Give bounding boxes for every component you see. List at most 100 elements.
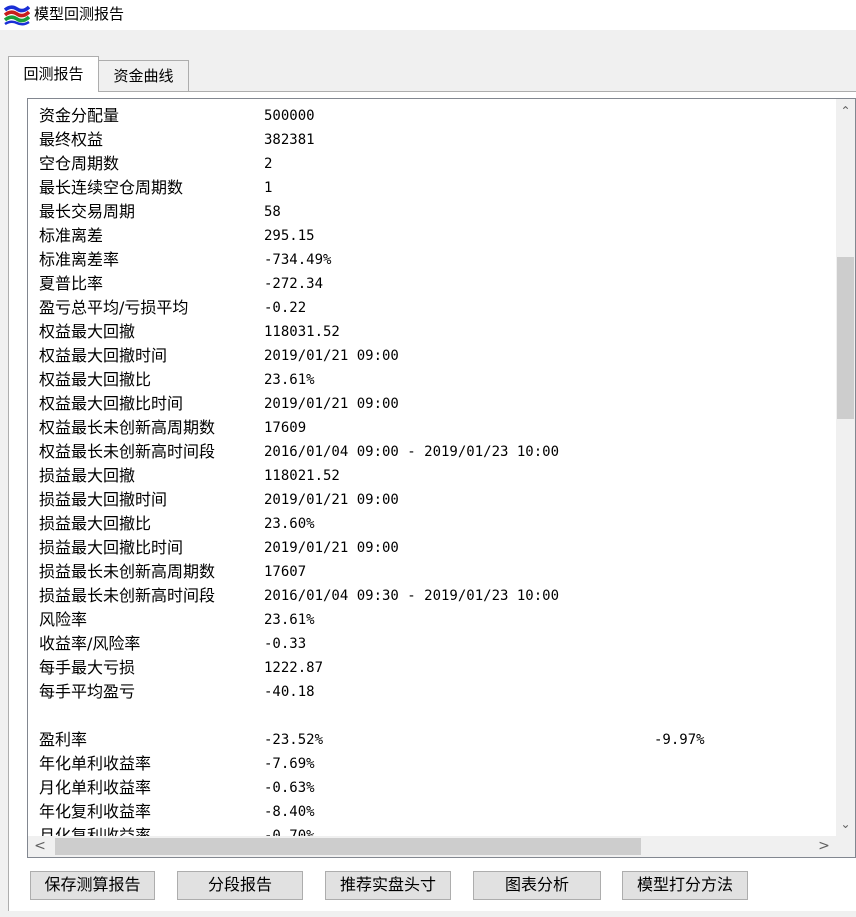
- tab-label: 回测报告: [23, 65, 84, 83]
- report-value: -23.52%: [264, 732, 324, 748]
- report-label: 盈亏总平均/亏损平均: [39, 298, 189, 317]
- report-value: 118021.52: [264, 468, 340, 484]
- report-row: 空仓周期数 2: [28, 152, 836, 176]
- report-row: 收益率/风险率 -0.33: [28, 632, 836, 656]
- report-label: 年化单利收益率: [39, 754, 152, 773]
- report-row: 盈亏总平均/亏损平均 -0.22: [28, 296, 836, 320]
- report-list[interactable]: 资金分配量 500000 最终权益 382381 空仓周期数 2 最长连续空仓周期数 1 最长交…: [27, 98, 856, 858]
- scoring-method-button[interactable]: 模型打分方法: [622, 871, 748, 900]
- report-value: -8.40%: [264, 804, 315, 820]
- report-label: 权益最大回撤比时间: [39, 394, 184, 413]
- scroll-right-arrow-icon[interactable]: >: [812, 836, 836, 857]
- report-value: -0.22: [264, 300, 307, 316]
- report-label: 权益最大回撤比: [39, 370, 152, 389]
- report-value: 2019/01/21 09:00: [264, 348, 399, 364]
- horizontal-scroll-thumb[interactable]: [55, 838, 641, 855]
- report-label: 每手平均盈亏: [39, 682, 136, 701]
- report-value: 17607: [264, 564, 307, 580]
- report-row: 年化单利收益率 -7.69%: [28, 752, 836, 776]
- report-label: 损益最长未创新高周期数: [39, 562, 216, 581]
- report-label: 风险率: [39, 610, 88, 629]
- tab-backtest-report[interactable]: 回测报告: [8, 56, 99, 92]
- report-label: 损益最长未创新高时间段: [39, 586, 216, 605]
- report-label: 最终权益: [39, 130, 104, 149]
- report-row: 权益最大回撤 118031.52: [28, 320, 836, 344]
- report-label: 月化单利收益率: [39, 778, 152, 797]
- report-value: 58: [264, 204, 281, 220]
- report-label: 最长连续空仓周期数: [39, 178, 184, 197]
- report-value: 500000: [264, 108, 315, 124]
- chart-analysis-button[interactable]: 图表分析: [473, 871, 601, 900]
- report-label: 收益率/风险率: [39, 634, 141, 653]
- report-rows: 资金分配量 500000 最终权益 382381 空仓周期数 2 最长连续空仓周期数 1 最长交…: [28, 104, 836, 848]
- report-label: 资金分配量: [39, 106, 120, 125]
- save-report-button[interactable]: 保存测算报告: [30, 871, 155, 900]
- report-row: 月化单利收益率 -0.63%: [28, 776, 836, 800]
- window-title: 模型回测报告: [34, 5, 125, 23]
- report-row: 损益最大回撤比 23.60%: [28, 512, 836, 536]
- report-row: 标准离差 295.15: [28, 224, 836, 248]
- report-value: -40.18: [264, 684, 315, 700]
- report-row: 每手平均盈亏 -40.18: [28, 680, 836, 704]
- report-row: 风险率 23.61%: [28, 608, 836, 632]
- report-value: -0.63%: [264, 780, 315, 796]
- report-row: 损益最长未创新高周期数 17607: [28, 560, 836, 584]
- recommend-position-button[interactable]: 推荐实盘头寸: [325, 871, 451, 900]
- report-value: 295.15: [264, 228, 315, 244]
- tab-label: 资金曲线: [113, 67, 174, 85]
- report-row: 资金分配量 500000: [28, 104, 836, 128]
- report-row: 损益最大回撤 118021.52: [28, 464, 836, 488]
- report-value: 1222.87: [264, 660, 324, 676]
- report-value: 2016/01/04 09:00 - 2019/01/23 10:00: [264, 444, 560, 460]
- vertical-scrollbar[interactable]: ⌃ ⌄: [836, 99, 855, 836]
- report-row: 权益最大回撤时间 2019/01/21 09:00: [28, 344, 836, 368]
- report-value: -734.49%: [264, 252, 332, 268]
- report-value: 23.61%: [264, 372, 315, 388]
- report-value: 382381: [264, 132, 315, 148]
- report-value: -272.34: [264, 276, 324, 292]
- report-label: 损益最大回撤: [39, 466, 136, 485]
- tab-equity-curve[interactable]: 资金曲线: [99, 60, 189, 91]
- report-label: 权益最长未创新高周期数: [39, 418, 216, 437]
- report-value: 2019/01/21 09:00: [264, 396, 399, 412]
- report-label: 夏普比率: [39, 274, 104, 293]
- scrollbar-corner: [836, 836, 855, 857]
- report-value: 23.61%: [264, 612, 315, 628]
- report-value: 2016/01/04 09:30 - 2019/01/23 10:00: [264, 588, 560, 604]
- report-row: 权益最大回撤比 23.61%: [28, 368, 836, 392]
- report-label: 年化复利收益率: [39, 802, 152, 821]
- report-row: [28, 704, 836, 728]
- report-label: 每手最大亏损: [39, 658, 136, 677]
- report-label: 最长交易周期: [39, 202, 136, 221]
- report-row: 损益最长未创新高时间段 2016/01/04 09:30 - 2019/01/23…: [28, 584, 836, 608]
- report-row: 权益最长未创新高周期数 17609: [28, 416, 836, 440]
- segment-report-button[interactable]: 分段报告: [177, 871, 303, 900]
- report-label: 权益最长未创新高时间段: [39, 442, 216, 461]
- report-value: 17609: [264, 420, 307, 436]
- report-row: 最长连续空仓周期数 1: [28, 176, 836, 200]
- report-value: 2: [264, 156, 273, 172]
- vertical-scroll-thumb[interactable]: [837, 257, 854, 419]
- report-row: 每手最大亏损 1222.87: [28, 656, 836, 680]
- horizontal-scrollbar[interactable]: < >: [28, 836, 836, 857]
- report-row: 年化复利收益率 -8.40%: [28, 800, 836, 824]
- report-row: 损益最大回撤比时间 2019/01/21 09:00: [28, 536, 836, 560]
- report-row: 最终权益 382381: [28, 128, 836, 152]
- report-label: 权益最大回撤时间: [39, 346, 168, 365]
- report-value: 2019/01/21 09:00: [264, 540, 399, 556]
- report-value: -7.69%: [264, 756, 315, 772]
- report-row: 权益最大回撤比时间 2019/01/21 09:00: [28, 392, 836, 416]
- report-label: 损益最大回撤时间: [39, 490, 168, 509]
- scroll-up-arrow-icon[interactable]: ⌃: [836, 99, 855, 123]
- report-row: 损益最大回撤时间 2019/01/21 09:00: [28, 488, 836, 512]
- report-label: 盈利率: [39, 730, 88, 749]
- scroll-down-arrow-icon[interactable]: ⌄: [836, 812, 855, 836]
- scroll-left-arrow-icon[interactable]: <: [28, 836, 52, 857]
- report-label: 权益最大回撤: [39, 322, 136, 341]
- report-label: 损益最大回撤比时间: [39, 538, 184, 557]
- report-label: 空仓周期数: [39, 154, 120, 173]
- report-value-secondary: -9.97%: [654, 732, 705, 748]
- report-row: 夏普比率 -272.34: [28, 272, 836, 296]
- report-label: 标准离差: [39, 226, 104, 245]
- report-label: 标准离差率: [39, 250, 120, 269]
